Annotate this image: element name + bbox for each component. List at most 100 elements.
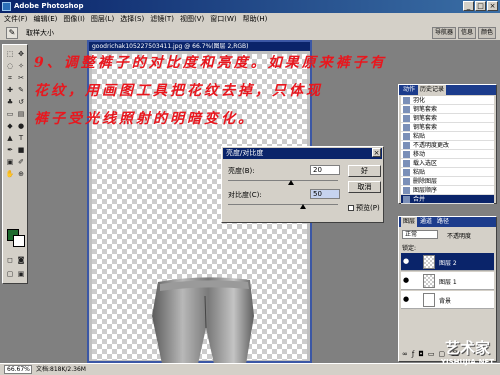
slice-tool-icon[interactable]: ✂ — [16, 73, 26, 83]
layer-row[interactable]: ● 背景 — [401, 291, 494, 309]
history-step-icon — [403, 142, 410, 149]
eye-icon[interactable]: ● — [403, 277, 410, 284]
clone-stamp-tool-icon[interactable]: ♣ — [5, 97, 15, 107]
history-step-icon — [403, 196, 410, 203]
tab-history[interactable]: 历史记录 — [418, 85, 447, 95]
tab-info[interactable]: 信息 — [457, 27, 476, 39]
full-screen-mode-icon[interactable]: ▣ — [16, 269, 26, 279]
history-item-label: 钢笔套索 — [413, 124, 438, 131]
history-item[interactable]: 粘贴 — [401, 168, 494, 177]
tab-channels[interactable]: 通道 — [418, 217, 434, 227]
layer-style-icon[interactable]: ƒ — [412, 349, 414, 359]
history-step-icon — [403, 151, 410, 158]
ok-button[interactable]: 好 — [348, 165, 381, 177]
contrast-slider-track[interactable] — [228, 204, 338, 205]
preview-checkbox[interactable]: 预览(P) — [348, 203, 380, 213]
minimize-button[interactable]: _ — [463, 1, 474, 11]
brush-tool-icon[interactable]: ✎ — [16, 85, 26, 95]
history-item-selected[interactable]: 合并 — [401, 195, 494, 204]
shape-tool-icon[interactable]: ■ — [16, 145, 26, 155]
eyedropper-icon[interactable]: ✎ — [6, 27, 18, 39]
zoom-tool-icon[interactable]: ⊕ — [16, 169, 26, 179]
mask-icon[interactable]: ◘ — [418, 349, 424, 359]
menu-select[interactable]: 选择(S) — [120, 13, 144, 25]
quick-mask-off-icon[interactable]: ◻ — [5, 255, 15, 265]
zoom-field[interactable]: 66.67% — [4, 365, 32, 374]
menu-edit[interactable]: 编辑(E) — [34, 13, 58, 25]
tab-actions[interactable]: 动作 — [401, 85, 417, 95]
history-brush-tool-icon[interactable]: ↺ — [16, 97, 26, 107]
history-step-icon — [403, 187, 410, 194]
app-title: Adobe Photoshop — [14, 2, 84, 10]
preview-label: 预览(P) — [356, 204, 380, 212]
quick-mask-on-icon[interactable]: ◙ — [16, 255, 26, 265]
eye-icon[interactable]: ● — [403, 296, 410, 303]
healing-brush-tool-icon[interactable]: ✚ — [5, 85, 15, 95]
history-item[interactable]: 粘贴 — [401, 132, 494, 141]
link-icon[interactable]: ∞ — [402, 349, 408, 359]
contrast-slider-thumb[interactable] — [300, 204, 306, 209]
menu-help[interactable]: 帮助(H) — [243, 13, 268, 25]
tab-color[interactable]: 颜色 — [477, 27, 496, 39]
menu-image[interactable]: 图像(I) — [63, 13, 85, 25]
new-set-icon[interactable]: ▭ — [428, 349, 435, 359]
move-tool-icon[interactable]: ✥ — [16, 49, 26, 59]
history-item[interactable]: 钢笔套索 — [401, 114, 494, 123]
cancel-button[interactable]: 取消 — [348, 181, 381, 193]
history-item[interactable]: 图层顺序 — [401, 186, 494, 195]
tab-paths[interactable]: 路径 — [435, 217, 451, 227]
history-item[interactable]: 钢笔套索 — [401, 123, 494, 132]
history-item[interactable]: 钢笔套索 — [401, 105, 494, 114]
screen-mode-icon[interactable]: ▢ — [5, 269, 15, 279]
contrast-label: 对比度(C): — [228, 191, 262, 199]
notes-tool-icon[interactable]: ▣ — [5, 157, 15, 167]
history-item[interactable]: 羽化 — [401, 96, 494, 105]
eraser-tool-icon[interactable]: ▭ — [5, 109, 15, 119]
path-selection-tool-icon[interactable]: ▲ — [5, 133, 15, 143]
history-step-icon — [403, 106, 410, 113]
background-color-swatch[interactable] — [13, 235, 25, 247]
gradient-tool-icon[interactable]: ▤ — [16, 109, 26, 119]
pen-tool-icon[interactable]: ✒ — [5, 145, 15, 155]
menu-window[interactable]: 窗口(W) — [210, 13, 236, 25]
history-step-icon — [403, 160, 410, 167]
lasso-tool-icon[interactable]: ◌ — [5, 61, 15, 71]
history-item[interactable]: 不透明度更改 — [401, 141, 494, 150]
brightness-slider-track[interactable] — [228, 180, 338, 181]
hand-tool-icon[interactable]: ✋ — [5, 169, 15, 179]
brightness-label: 亮度(B): — [228, 167, 255, 175]
tab-navigator[interactable]: 导航器 — [431, 27, 456, 39]
close-button[interactable]: × — [487, 1, 498, 11]
eyedropper-tool-icon[interactable]: ✐ — [16, 157, 26, 167]
blend-mode-select[interactable]: 正常 — [402, 230, 438, 239]
history-item[interactable]: 载入选区 — [401, 159, 494, 168]
contrast-input[interactable]: 50 — [310, 189, 340, 199]
watermark-logo: 艺术家 — [444, 339, 490, 357]
maximize-button[interactable]: □ — [475, 1, 486, 11]
dialog-close-button[interactable]: × — [372, 148, 381, 157]
history-item[interactable]: 移动 — [401, 150, 494, 159]
blur-tool-icon[interactable]: ◆ — [5, 121, 15, 131]
menu-file[interactable]: 文件(F) — [4, 13, 28, 25]
history-item[interactable]: 删除图层 — [401, 177, 494, 186]
menu-filter[interactable]: 滤镜(T) — [150, 13, 174, 25]
tab-layers[interactable]: 图层 — [401, 217, 418, 227]
marquee-tool-icon[interactable]: ⬚ — [5, 49, 15, 59]
menu-layer[interactable]: 图层(L) — [91, 13, 114, 25]
brightness-input[interactable]: 20 — [310, 165, 340, 175]
layer-row[interactable]: ● 图层 1 — [401, 272, 494, 290]
brightness-slider-thumb[interactable] — [288, 180, 294, 185]
options-bar: ✎ 取样大小 导航器 信息 颜色 — [0, 25, 500, 41]
pants-image — [152, 277, 254, 364]
type-tool-icon[interactable]: T — [16, 133, 26, 143]
history-item-label: 删除图层 — [413, 178, 438, 185]
magic-wand-tool-icon[interactable]: ✧ — [16, 61, 26, 71]
history-item-label: 合并 — [413, 196, 426, 203]
crop-tool-icon[interactable]: ⌗ — [5, 73, 15, 83]
dodge-tool-icon[interactable]: ● — [16, 121, 26, 131]
brightness-contrast-dialog: 亮度/对比度 × 亮度(B): 20 对比度(C): 50 好 取消 预览(P) — [221, 146, 384, 223]
menu-view[interactable]: 视图(V) — [180, 13, 204, 25]
layer-row[interactable]: ● 图层 2 — [401, 253, 494, 271]
eye-icon[interactable]: ● — [403, 258, 410, 265]
dialog-title: 亮度/对比度 — [223, 148, 382, 159]
